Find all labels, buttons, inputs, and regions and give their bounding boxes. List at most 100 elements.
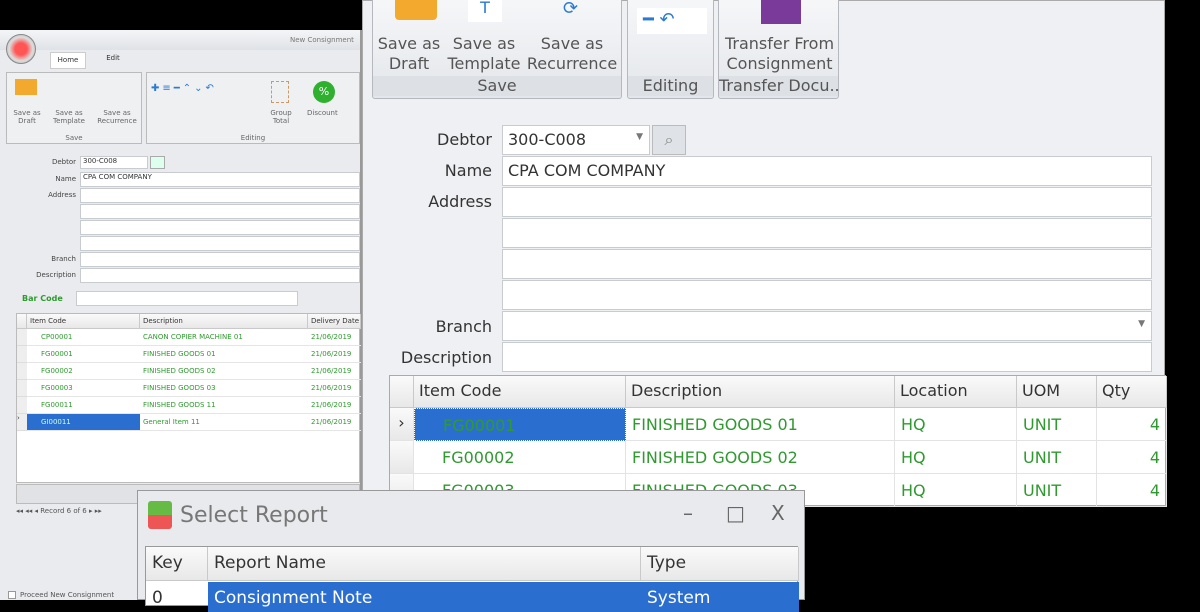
grid-cell[interactable]: FG00002 (414, 441, 626, 474)
remove-undo-icons[interactable]: ━ ↶ (637, 8, 707, 34)
debtor-field[interactable]: 300-C008 ▼ (502, 125, 650, 155)
grid-cell[interactable]: FINISHED GOODS 01 (140, 346, 308, 363)
col-location[interactable]: Location (895, 376, 1017, 408)
grid-cell[interactable]: 21/06/2019 (308, 329, 361, 346)
row-indicator[interactable] (390, 441, 414, 474)
report-name[interactable]: Consignment Note (208, 582, 641, 612)
tab-edit[interactable]: Edit (98, 54, 128, 62)
address-line-4[interactable] (80, 236, 360, 251)
grid-cell[interactable]: FG00001 (27, 346, 140, 363)
branch-dropdown[interactable]: ▼ (502, 311, 1152, 341)
col-uom[interactable]: UOM (1017, 376, 1097, 408)
discount-button[interactable]: Discount (307, 109, 338, 117)
grid-cell[interactable]: HQ (895, 441, 1017, 474)
grid-cell[interactable]: 21/06/2019 (308, 397, 361, 414)
grid-cell[interactable]: 21/06/2019 (308, 363, 361, 380)
editing-group-label: Editing (240, 134, 266, 142)
chevron-down-icon[interactable]: ▼ (1138, 319, 1145, 329)
grid-cell[interactable]: FINISHED GOODS 11 (140, 397, 308, 414)
grid-cell[interactable]: FG00001 (414, 408, 626, 441)
transfer-from-consignment-button[interactable]: Transfer From Consignment (719, 34, 840, 74)
proceed-label: Proceed New Consignment (20, 591, 115, 599)
grid-cell[interactable]: UNIT (1017, 441, 1097, 474)
grid-cell[interactable]: CANON COPIER MACHINE 01 (140, 329, 308, 346)
grid-cell[interactable]: FINISHED GOODS 02 (140, 363, 308, 380)
description-field[interactable] (502, 342, 1152, 372)
debtor-lookup-icon[interactable]: ⌕ (652, 125, 686, 155)
save-draft-button[interactable]: Save as Draft (375, 34, 443, 74)
col-item-code[interactable]: Item Code (414, 376, 626, 408)
grid-cell[interactable]: 21/06/2019 (308, 414, 361, 431)
row-edit-icons[interactable]: ✚≡━⌃⌄↶ (151, 83, 217, 94)
barcode-field[interactable] (76, 291, 298, 306)
grid-cell[interactable]: 4 (1097, 441, 1167, 474)
grid-cell[interactable]: FG00011 (27, 397, 140, 414)
close-button[interactable]: X (771, 501, 785, 525)
save-recurrence-button[interactable]: Save as Recurrence (93, 109, 141, 125)
save-template-button[interactable]: Save as Template (447, 34, 521, 74)
save-recurrence-button[interactable]: Save as Recurrence (525, 34, 619, 74)
item-grid: Item Code Description Location UOM Qty ›… (389, 375, 1167, 507)
address-line-1[interactable] (80, 188, 360, 203)
row-indicator[interactable]: › (17, 414, 27, 431)
name-field[interactable]: CPA COM COMPANY (502, 156, 1152, 186)
chevron-down-icon[interactable]: ▼ (636, 132, 643, 142)
row-indicator[interactable] (17, 329, 27, 346)
app-menu-button[interactable] (6, 34, 36, 64)
address-line-3[interactable] (80, 220, 360, 235)
row-indicator[interactable] (17, 380, 27, 397)
debtor-lookup-icon[interactable] (150, 156, 165, 169)
grid-cell[interactable]: CP00001 (27, 329, 140, 346)
col-qty[interactable]: Qty (1097, 376, 1167, 408)
col-delivery-date[interactable]: Delivery Date (308, 314, 361, 329)
grid-cell[interactable]: 21/06/2019 (308, 380, 361, 397)
branch-field[interactable] (80, 252, 360, 267)
grid-cell[interactable]: General Item 11 (140, 414, 308, 431)
grid-cell[interactable]: 4 (1097, 408, 1167, 441)
record-navigator[interactable]: ◂◂ ◂◂ ◂ Record 6 of 6 ▸ ▸▸ (16, 507, 102, 515)
col-description[interactable]: Description (626, 376, 895, 408)
report-type[interactable]: System (641, 582, 799, 612)
save-draft-button[interactable]: Save as Draft (8, 109, 46, 125)
grid-cell[interactable]: FINISHED GOODS 03 (140, 380, 308, 397)
grid-cell[interactable]: FINISHED GOODS 01 (626, 408, 895, 441)
col-report-name[interactable]: Report Name (208, 547, 641, 581)
grid-cell[interactable]: 21/06/2019 (308, 346, 361, 363)
proceed-checkbox[interactable] (8, 591, 16, 599)
report-grid: Key Report Name Type 0 Consignment Note … (145, 546, 799, 612)
tab-home[interactable]: Home (50, 52, 86, 69)
row-indicator[interactable] (17, 363, 27, 380)
col-description[interactable]: Description (140, 314, 308, 329)
row-indicator[interactable]: › (390, 408, 414, 441)
address-line-3[interactable] (502, 249, 1152, 279)
debtor-field[interactable]: 300-C008 (80, 156, 148, 169)
col-item-code[interactable]: Item Code (27, 314, 140, 329)
grid-cell[interactable]: FINISHED GOODS 02 (626, 441, 895, 474)
report-key[interactable]: 0 (146, 582, 208, 612)
grid-cell[interactable]: HQ (895, 474, 1017, 507)
address-line-2[interactable] (80, 204, 360, 219)
address-line-4[interactable] (502, 280, 1152, 310)
title-bar: New Consignment (0, 30, 360, 50)
description-field[interactable] (80, 268, 360, 283)
grid-cell[interactable]: HQ (895, 408, 1017, 441)
grid-cell[interactable]: FG00002 (27, 363, 140, 380)
minimize-button[interactable]: – (683, 501, 693, 525)
grid-cell[interactable]: GI00011 (27, 414, 140, 431)
grid-cell[interactable]: UNIT (1017, 474, 1097, 507)
row-indicator[interactable] (17, 346, 27, 363)
address-line-2[interactable] (502, 218, 1152, 248)
grid-cell[interactable]: UNIT (1017, 408, 1097, 441)
address-line-1[interactable] (502, 187, 1152, 217)
row-indicator[interactable] (17, 397, 27, 414)
name-field[interactable]: CPA COM COMPANY (80, 172, 360, 187)
grid-cell[interactable]: FG00003 (27, 380, 140, 397)
grid-cell[interactable]: 4 (1097, 474, 1167, 507)
address-label: Address (428, 192, 492, 211)
col-key[interactable]: Key (146, 547, 208, 581)
save-template-button[interactable]: Save as Template (49, 109, 89, 125)
col-type[interactable]: Type (641, 547, 799, 581)
barcode-label: Bar Code (22, 294, 63, 303)
group-total-button[interactable]: Group Total (263, 109, 299, 125)
maximize-button[interactable]: □ (726, 501, 745, 525)
